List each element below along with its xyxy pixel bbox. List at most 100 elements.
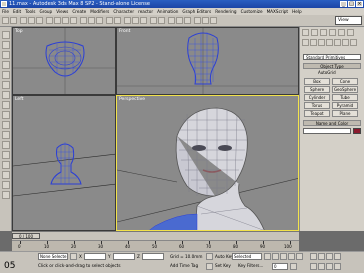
snap-icon[interactable] [124, 17, 131, 24]
close-button[interactable]: × [356, 1, 363, 7]
object-name-field[interactable] [303, 128, 351, 134]
tab-reactor-icon[interactable] [2, 181, 10, 189]
tab-compounds-icon[interactable] [2, 51, 10, 59]
play-icon[interactable] [280, 253, 287, 260]
menu-rendering[interactable]: Rendering [213, 8, 238, 15]
box-button[interactable]: Box [304, 78, 330, 85]
tab-patch-icon[interactable] [2, 71, 10, 79]
primitive-category-dropdown[interactable]: Standard Primitives [303, 54, 361, 60]
geometry-icon[interactable] [302, 39, 309, 46]
key-selection-dropdown[interactable]: Selected [232, 253, 262, 260]
menu-file[interactable]: File [0, 8, 11, 15]
tab-shapes-icon[interactable] [2, 41, 10, 49]
set-key-button[interactable]: Set Key [215, 263, 231, 268]
maximize-viewport-icon[interactable] [334, 263, 341, 270]
cameras-icon[interactable] [326, 39, 333, 46]
teapot-button[interactable]: Teapot [304, 110, 330, 117]
track-bar[interactable]: 0 10 20 30 40 50 60 70 80 90 100 [12, 240, 299, 251]
tab-cameras-icon[interactable] [2, 171, 10, 179]
menu-edit[interactable]: Edit [11, 8, 23, 15]
current-frame-field[interactable]: 0 [272, 263, 288, 270]
tab-particles-icon[interactable] [2, 61, 10, 69]
select-by-name-icon[interactable] [54, 17, 61, 24]
pyramid-button[interactable]: Pyramid [332, 102, 358, 109]
menu-create[interactable]: Create [70, 8, 88, 15]
layer-manager-icon[interactable] [168, 17, 175, 24]
shapes-icon[interactable] [310, 39, 317, 46]
pivot-icon[interactable] [106, 17, 113, 24]
set-key-icon[interactable] [206, 263, 213, 270]
add-time-tag-button[interactable]: Add Time Tag [170, 263, 198, 268]
tab-rendering-icon[interactable] [2, 191, 10, 199]
tab-objects-icon[interactable] [2, 31, 10, 39]
auto-key-button[interactable]: Auto Key [215, 254, 234, 259]
display-tab-icon[interactable] [338, 29, 345, 36]
redo-icon[interactable] [10, 17, 17, 24]
tab-dynamics-icon[interactable] [2, 91, 10, 99]
autogrid-checkbox[interactable]: AutoGrid [318, 70, 336, 75]
object-type-rollout[interactable]: Object Type [303, 63, 361, 69]
rect-selection-icon[interactable] [62, 17, 69, 24]
menu-maxscript[interactable]: MAXScript [265, 8, 291, 15]
y-coordinate-field[interactable] [113, 253, 135, 260]
mirror-icon[interactable] [150, 17, 157, 24]
name-and-color-rollout[interactable]: Name and Color [303, 120, 361, 126]
select-object-icon[interactable] [46, 17, 53, 24]
modify-tab-icon[interactable] [311, 29, 318, 36]
go-to-start-icon[interactable] [264, 253, 271, 260]
angle-snap-icon[interactable] [132, 17, 139, 24]
zoom-icon[interactable] [318, 253, 325, 260]
cylinder-button[interactable]: Cylinder [304, 94, 330, 101]
time-slider[interactable]: 0 / 100 [12, 233, 40, 239]
motion-tab-icon[interactable] [329, 29, 336, 36]
z-coordinate-field[interactable] [142, 253, 164, 260]
hierarchy-tab-icon[interactable] [320, 29, 327, 36]
previous-frame-icon[interactable] [272, 253, 279, 260]
utilities-tab-icon[interactable] [347, 29, 354, 36]
pan-icon[interactable] [310, 253, 317, 260]
create-tab-icon[interactable] [302, 29, 309, 36]
time-slider-track[interactable]: 0 / 100 [12, 231, 299, 240]
menu-tools[interactable]: Tools [23, 8, 37, 15]
bind-space-warp-icon[interactable] [36, 17, 43, 24]
tab-materials-icon[interactable] [2, 151, 10, 159]
tube-button[interactable]: Tube [332, 94, 358, 101]
sphere-button[interactable]: Sphere [304, 86, 330, 93]
helpers-icon[interactable] [334, 39, 341, 46]
cone-button[interactable]: Cone [332, 78, 358, 85]
menu-character[interactable]: Character [111, 8, 136, 15]
render-scene-icon[interactable] [202, 17, 209, 24]
tab-modeling-icon[interactable] [2, 141, 10, 149]
window-crossing-icon[interactable] [70, 17, 77, 24]
menu-reactor[interactable]: reactor [136, 8, 155, 15]
next-frame-icon[interactable] [288, 253, 295, 260]
align-icon[interactable] [158, 17, 165, 24]
menu-modifiers[interactable]: Modifiers [88, 8, 111, 15]
tab-modifiers-icon[interactable] [2, 131, 10, 139]
x-coordinate-field[interactable] [84, 253, 106, 260]
tab-nurbs-icon[interactable] [2, 81, 10, 89]
move-icon[interactable] [80, 17, 87, 24]
unlink-icon[interactable] [28, 17, 35, 24]
lock-selection-icon[interactable] [70, 253, 77, 260]
app-icon[interactable] [1, 1, 7, 7]
object-color-swatch[interactable] [353, 128, 361, 134]
link-icon[interactable] [20, 17, 27, 24]
tab-helpers-icon[interactable] [2, 111, 10, 119]
field-of-view-icon[interactable] [310, 263, 317, 270]
material-editor-icon[interactable] [194, 17, 201, 24]
spacewarps-icon[interactable] [342, 39, 349, 46]
schematic-view-icon[interactable] [184, 17, 191, 24]
scale-icon[interactable] [96, 17, 103, 24]
key-filters-button[interactable]: Key Filters... [238, 263, 263, 268]
menu-views[interactable]: Views [54, 8, 70, 15]
menu-customize[interactable]: Customize [239, 8, 265, 15]
key-mode-icon[interactable] [206, 253, 213, 260]
lights-icon[interactable] [318, 39, 325, 46]
maximize-button[interactable]: □ [348, 1, 355, 7]
rotate-icon[interactable] [88, 17, 95, 24]
viewport-perspective[interactable]: Perspective [116, 95, 299, 231]
time-config-icon[interactable] [290, 263, 297, 270]
systems-icon[interactable] [350, 39, 357, 46]
tab-lights-icon[interactable] [2, 101, 10, 109]
